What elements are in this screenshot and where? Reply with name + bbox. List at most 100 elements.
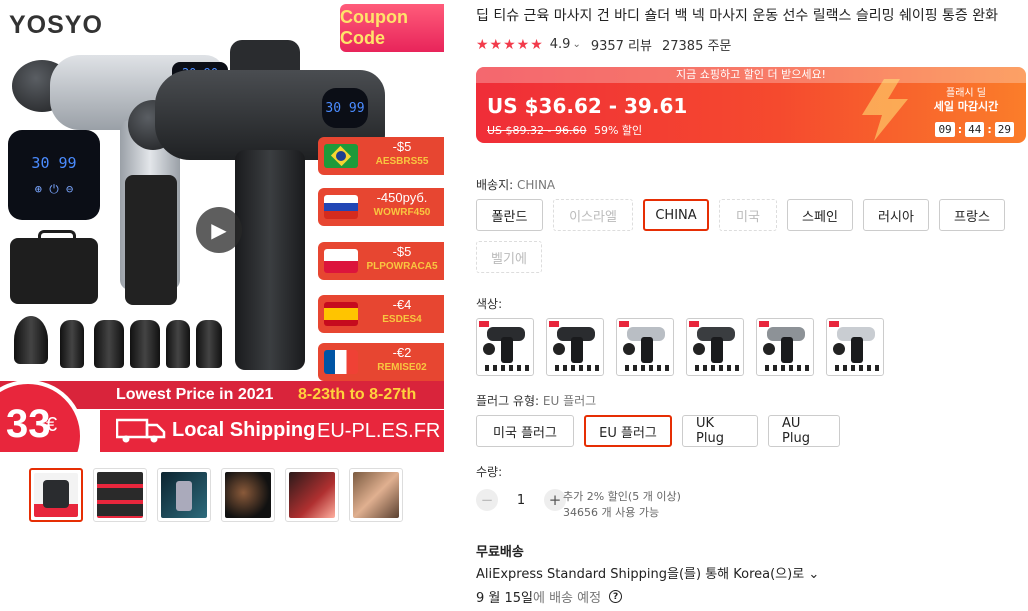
- ship-from-label: 배송지: CHINA: [476, 176, 555, 193]
- carry-case: [10, 230, 98, 304]
- brazil-flag-icon: [324, 144, 358, 168]
- flash-deal-label: 플래시 딜 세일 마감시간: [918, 87, 1014, 113]
- sale-ends-label: 세일 마감시간: [933, 100, 999, 113]
- color-label: 색상:: [476, 297, 503, 311]
- color-swatch-2[interactable]: [546, 318, 604, 376]
- delivery-estimate: 9 월 15일 에 배송 예정 ?: [476, 587, 623, 606]
- gun-display-top: 30 99: [322, 88, 368, 128]
- chevron-down-icon[interactable]: ⌄: [572, 39, 580, 50]
- banner-promo-text: 지금 쇼핑하고 할인 더 받으세요!: [476, 67, 1026, 83]
- plug-type-label: 플러그 유형: EU 플러그: [476, 392, 596, 409]
- ship-from-title: 배송지:: [476, 178, 514, 192]
- quantity-notes: 추가 2% 할인(5 개 이상) 34656 개 사용 가능: [563, 489, 681, 521]
- ship-from-option-israel[interactable]: 이스라엘: [553, 199, 633, 231]
- coupon-flag-poland: -$5 PLPOWRACA5: [318, 242, 444, 280]
- gun-display-closeup: 30 99 ⊕ ⏻ ⊖: [8, 130, 100, 220]
- attachment-spade: [196, 320, 222, 368]
- discount-percent: 59% 할인: [593, 124, 643, 137]
- price-number: 33: [6, 402, 51, 446]
- attachment-bullet: [60, 320, 84, 368]
- plug-option-uk[interactable]: UK Plug: [682, 415, 758, 447]
- help-icon[interactable]: ?: [609, 590, 623, 603]
- price-range: US $36.62 - 39.61: [487, 94, 688, 118]
- display-buttons: ⊕ ⏻ ⊖: [34, 181, 74, 196]
- attachment-fork: [94, 320, 124, 368]
- shipping-method-text[interactable]: AliExpress Standard Shipping을(를) 통해 Kore…: [476, 567, 804, 582]
- ship-from-option-usa[interactable]: 미국: [719, 199, 777, 231]
- attachment-cushion: [166, 320, 190, 368]
- color-swatch-3[interactable]: [616, 318, 674, 376]
- thumbnail-1[interactable]: [29, 468, 83, 522]
- shipping-countries: EU-PL.ES.FR: [317, 420, 441, 442]
- ship-from-option-china[interactable]: CHINA: [643, 199, 709, 231]
- russia-flag-icon: [324, 195, 358, 219]
- original-price-row: US $89.32 - 96.60 59% 할인: [487, 122, 642, 138]
- poland-flag-icon: [324, 249, 358, 273]
- attachment-flat: [130, 320, 160, 368]
- countdown-timer: 09 : 44 : 29: [935, 122, 1014, 137]
- ship-from-selected: CHINA: [517, 178, 556, 192]
- color-swatch-4[interactable]: [686, 318, 744, 376]
- plug-option-eu[interactable]: EU 플러그: [584, 415, 672, 447]
- chevron-down-icon[interactable]: ⌄: [808, 567, 819, 582]
- flash-deal-title: 플래시 딜: [946, 88, 986, 99]
- promo-dates: 8-23th to 8-27th: [298, 386, 417, 403]
- thumbnail-2[interactable]: [93, 468, 147, 522]
- thumbnail-strip: [29, 468, 403, 522]
- timer-hours: 09: [935, 122, 955, 137]
- quantity-input[interactable]: 1: [498, 493, 544, 508]
- coupon-flag-brazil: -$5 AESBRS55: [318, 137, 444, 175]
- brand-logo: YOSYO: [9, 11, 103, 39]
- rating-score[interactable]: 4.9: [550, 37, 571, 52]
- coupon-code: ESDES4: [382, 314, 422, 325]
- coupon-flag-spain: -€4 ESDES4: [318, 295, 444, 333]
- play-video-icon[interactable]: ▶: [196, 207, 242, 253]
- coupon-amount: -450руб.: [376, 190, 428, 205]
- thumbnail-6[interactable]: [349, 468, 403, 522]
- color-swatches: [476, 318, 884, 376]
- attachment-ball: [14, 316, 48, 364]
- quantity-stepper: − 1 +: [476, 489, 566, 511]
- coupon-amount: -$5: [392, 244, 412, 259]
- ship-from-option-poland[interactable]: 폴란드: [476, 199, 543, 231]
- ship-from-option-france[interactable]: 프랑스: [939, 199, 1005, 231]
- dark-gun-grip: [235, 150, 305, 370]
- delivery-suffix: 에 배송 예정: [533, 591, 602, 606]
- silver-gun-handle: [125, 175, 177, 305]
- review-count[interactable]: 9357 리뷰: [591, 35, 652, 54]
- price-currency: €: [46, 414, 58, 436]
- rating-row: ★★★★★ 4.9 ⌄ 9357 리뷰 27385 주문: [476, 35, 732, 55]
- coupon-code: PLPOWRACA5: [366, 261, 438, 272]
- truck-icon: [116, 418, 166, 443]
- product-title: 딥 티슈 근육 마사지 건 바디 숄더 백 넥 마사지 운동 선수 릴랙스 슬리…: [476, 8, 999, 24]
- coupon-amount: -€2: [392, 345, 412, 360]
- coupon-code-badge: Coupon Code: [340, 4, 444, 52]
- plug-option-us[interactable]: 미국 플러그: [476, 415, 574, 447]
- stock-available-note: 34656 개 사용 가능: [563, 506, 660, 519]
- color-swatch-5[interactable]: [756, 318, 814, 376]
- thumbnail-4[interactable]: [221, 468, 275, 522]
- star-rating-icon: ★★★★★: [476, 36, 544, 53]
- coupon-amount: -$5: [392, 139, 412, 154]
- coupon-code: WOWRF450: [373, 207, 431, 218]
- shipping-method-selector[interactable]: AliExpress Standard Shipping을(를) 통해 Kore…: [476, 563, 819, 582]
- spain-flag-icon: [324, 302, 358, 326]
- plug-option-au[interactable]: AU Plug: [768, 415, 840, 447]
- ship-from-option-russia[interactable]: 러시아: [863, 199, 929, 231]
- quantity-label: 수량:: [476, 465, 503, 479]
- quantity-minus-button[interactable]: −: [476, 489, 498, 511]
- ship-from-option-spain[interactable]: 스페인: [787, 199, 853, 231]
- thumbnail-5[interactable]: [285, 468, 339, 522]
- coupon-code: AESBRS55: [375, 156, 429, 167]
- thumbnail-3[interactable]: [157, 468, 211, 522]
- color-swatch-1[interactable]: [476, 318, 534, 376]
- product-main-image[interactable]: YOSYO Coupon Code 20 90 30 99 30 99 ⊕ ⏻ …: [0, 0, 444, 452]
- ship-from-option-belgium[interactable]: 벨기에: [476, 241, 542, 273]
- delivery-date: 9 월 15일: [476, 591, 533, 606]
- color-swatch-6[interactable]: [826, 318, 884, 376]
- flash-deal-banner: 지금 쇼핑하고 할인 더 받으세요! US $36.62 - 39.61 US …: [476, 67, 1026, 143]
- local-shipping-text: Local Shipping: [172, 419, 316, 441]
- order-count: 27385 주문: [661, 39, 732, 54]
- bulk-discount-note: 추가 2% 할인(5 개 이상): [563, 490, 681, 503]
- plug-type-title: 플러그 유형:: [476, 394, 540, 408]
